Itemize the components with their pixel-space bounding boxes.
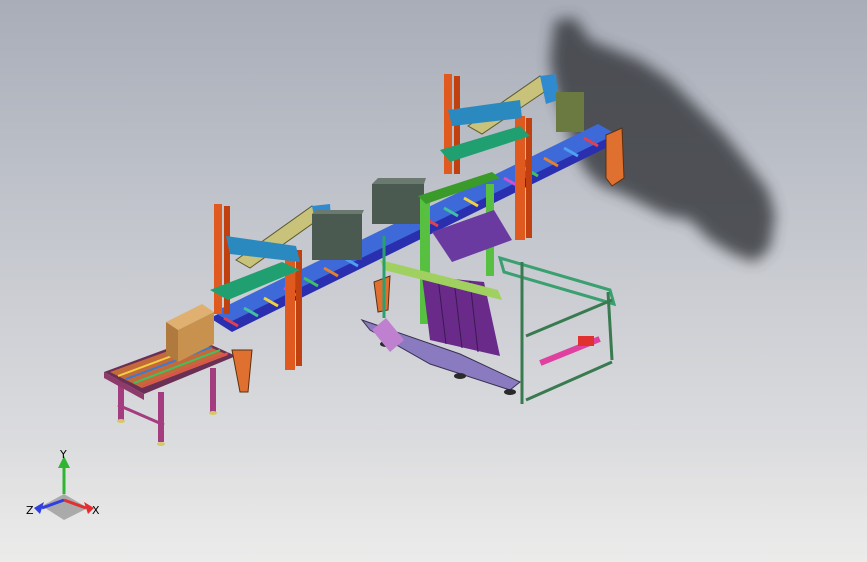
cad-viewport[interactable]: Y X Z — [0, 0, 867, 562]
coordinate-triad: Y X Z — [26, 448, 100, 520]
y-axis-icon — [58, 456, 70, 494]
y-axis-label: Y — [59, 448, 67, 461]
z-axis-label: Z — [26, 504, 34, 517]
assembly-model[interactable] — [0, 0, 867, 562]
robot-arm-left[interactable] — [210, 204, 364, 370]
x-axis-label: X — [92, 504, 100, 517]
floor-glow — [0, 440, 867, 562]
